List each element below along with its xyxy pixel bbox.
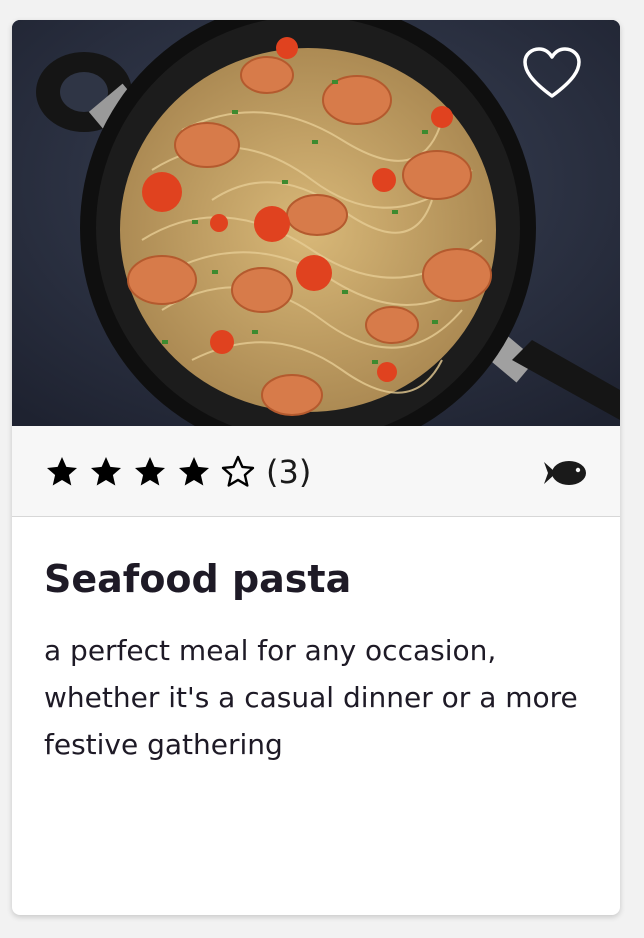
- fish-icon: [544, 461, 586, 485]
- recipe-title[interactable]: Seafood pasta: [44, 557, 588, 601]
- recipe-body: Seafood pasta a perfect meal for any occ…: [12, 517, 620, 768]
- recipe-photo: [12, 20, 620, 426]
- star-rating[interactable]: (3): [44, 454, 311, 490]
- star-filled-icon: [91, 457, 121, 486]
- star-outline-icon: [221, 455, 255, 487]
- rating-count: (3): [266, 453, 312, 491]
- recipe-meta-bar: (3): [12, 426, 620, 517]
- star-filled-icon: [135, 457, 165, 486]
- star-filled-icon: [179, 457, 209, 486]
- star-filled-icon: [47, 457, 77, 486]
- recipe-description: a perfect meal for any occasion, whether…: [44, 634, 578, 761]
- favorite-button[interactable]: [522, 46, 582, 102]
- recipe-card[interactable]: (3) Seafood pasta a perfect meal for any…: [12, 20, 620, 915]
- heart-outline-icon: [523, 47, 581, 98]
